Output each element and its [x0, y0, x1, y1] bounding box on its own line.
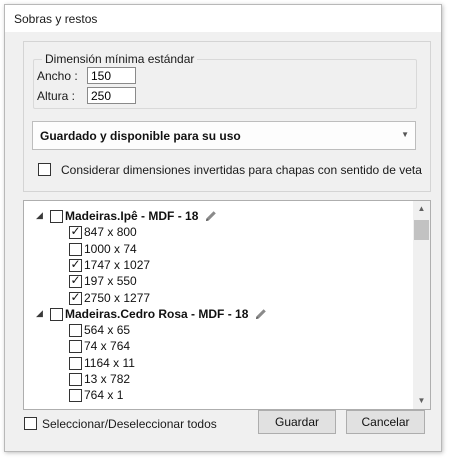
- item-label: 197 x 550: [84, 274, 137, 289]
- select-all-checkbox[interactable]: [24, 417, 37, 430]
- item-label: 1164 x 11: [84, 355, 135, 370]
- item-label: 847 x 800: [84, 225, 137, 240]
- check-icon: ✓: [70, 256, 81, 271]
- item-checkbox[interactable]: [69, 340, 82, 354]
- invert-dimensions-checkbox[interactable]: [38, 163, 51, 176]
- expander-icon[interactable]: ◢: [36, 308, 43, 319]
- scroll-down-arrow-icon[interactable]: ▼: [413, 393, 430, 409]
- tree-item-row[interactable]: 564 x 65: [24, 322, 409, 339]
- save-button[interactable]: Guardar: [258, 410, 336, 434]
- tree-group-row[interactable]: ◢ Madeiras.Cedro Rosa - MDF - 18: [24, 306, 409, 323]
- tree-item-row[interactable]: ✓ 2750 x 1277: [24, 290, 409, 307]
- scroll-up-arrow-icon[interactable]: ▲: [413, 201, 430, 217]
- dialog-window: Sobras y restos Dimensión mínima estánda…: [4, 4, 442, 452]
- min-dimension-group: Dimensión mínima estándar Ancho : Altura…: [33, 52, 417, 109]
- item-label: 1747 x 1027: [84, 257, 151, 272]
- tree-group-row[interactable]: ◢ Madeiras.Ipê - MDF - 18: [24, 208, 409, 225]
- select-all-label: Seleccionar/Deseleccionar todos: [42, 417, 217, 431]
- window-title: Sobras y restos: [14, 12, 98, 26]
- width-input[interactable]: [87, 67, 136, 84]
- title-bar: Sobras y restos: [5, 5, 441, 32]
- item-label: 2750 x 1277: [84, 290, 151, 305]
- item-checkbox[interactable]: [69, 324, 82, 338]
- tree-item-row[interactable]: 13 x 782: [24, 371, 409, 388]
- item-label: 764 x 1: [84, 388, 124, 403]
- item-checkbox[interactable]: [69, 242, 82, 256]
- group-checkbox[interactable]: [50, 307, 63, 321]
- scroll-thumb[interactable]: [414, 220, 429, 240]
- group-label: Madeiras.Cedro Rosa - MDF - 18: [65, 306, 249, 321]
- item-checkbox[interactable]: ✓: [69, 224, 82, 240]
- vertical-scrollbar[interactable]: ▲ ▼: [413, 201, 430, 409]
- height-input[interactable]: [87, 87, 136, 104]
- item-checkbox[interactable]: [69, 389, 82, 403]
- tree-item-row[interactable]: ✓ 847 x 800: [24, 224, 409, 241]
- item-checkbox[interactable]: ✓: [69, 256, 82, 272]
- tree-item-row[interactable]: 74 x 764: [24, 338, 409, 355]
- check-icon: ✓: [70, 289, 81, 304]
- item-label: 13 x 782: [84, 372, 131, 386]
- tree-item-row[interactable]: ✓ 197 x 550: [24, 273, 409, 290]
- group-label: Madeiras.Ipê - MDF - 18: [65, 209, 199, 223]
- min-dimension-legend: Dimensión mínima estándar: [42, 52, 198, 66]
- settings-panel: Dimensión mínima estándar Ancho : Altura…: [23, 41, 431, 192]
- pencil-icon[interactable]: [254, 307, 268, 321]
- tree-item-row[interactable]: 764 x 1: [24, 387, 409, 404]
- item-label: 74 x 764: [84, 339, 131, 354]
- tree-item-row[interactable]: ✓ 1747 x 1027: [24, 257, 409, 274]
- tree-item-row[interactable]: 1164 x 11: [24, 355, 409, 372]
- item-label: 564 x 65: [84, 323, 131, 338]
- item-label: 1000 x 74: [84, 241, 137, 256]
- item-checkbox[interactable]: [69, 356, 82, 370]
- item-checkbox[interactable]: ✓: [69, 273, 82, 289]
- check-icon: ✓: [70, 224, 81, 239]
- expander-icon[interactable]: ◢: [36, 210, 43, 221]
- pencil-icon[interactable]: [204, 209, 218, 223]
- remnants-tree: ◢ Madeiras.Ipê - MDF - 18 ✓ 847 x 800 1000 x…: [23, 200, 431, 410]
- cancel-button[interactable]: Cancelar: [346, 410, 425, 434]
- dropdown-arrow-icon: ▼: [401, 130, 409, 139]
- width-label: Ancho :: [37, 69, 78, 83]
- item-checkbox[interactable]: ✓: [69, 289, 82, 305]
- tree-area: ◢ Madeiras.Ipê - MDF - 18 ✓ 847 x 800 1000 x…: [24, 201, 409, 409]
- height-label: Altura :: [37, 89, 76, 103]
- status-combo-value: Guardado y disponible para su uso: [40, 129, 241, 143]
- tree-item-row[interactable]: 1000 x 74: [24, 241, 409, 258]
- check-icon: ✓: [70, 273, 81, 288]
- item-checkbox[interactable]: [69, 373, 82, 386]
- group-checkbox[interactable]: [50, 210, 63, 223]
- invert-dimensions-label: Considerar dimensiones invertidas para c…: [61, 163, 422, 177]
- status-combo[interactable]: Guardado y disponible para su uso ▼: [32, 121, 416, 150]
